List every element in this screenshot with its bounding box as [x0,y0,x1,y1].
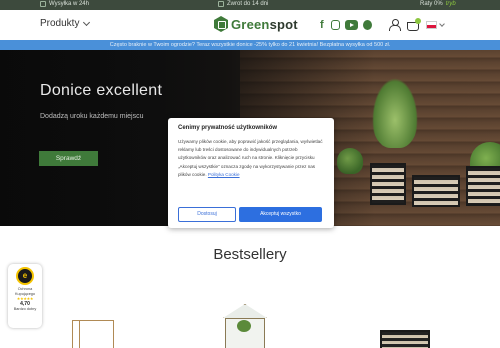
rating-word: Bardzo dobry [13,307,37,311]
products-label: Produkty [40,18,80,29]
cookie-body-text: Używamy plików cookie, aby poprawić jako… [178,139,323,177]
site-logo[interactable]: Greenspot [214,16,298,32]
promo-bar[interactable]: Często braknie w Twoim ogrodzie? Teraz w… [0,40,500,50]
cookie-policy-link[interactable]: Polityka Cookie [208,172,240,177]
poland-flag-icon [426,20,437,29]
shipping-info: Wysyłka w 24h [40,1,89,7]
instagram-icon[interactable] [331,20,340,30]
installments-text: Raty 0% [420,1,443,7]
site-header: Produkty Greenspot f [0,10,500,40]
social-links: f [320,20,372,31]
returns-text: Zwrot do 14 dni [227,1,269,7]
top-info-bar: Wysyłka w 24h Zwrot do 14 dni Raty 0% tr… [0,0,500,10]
bestsellers-section: Bestsellery [0,226,500,348]
returns-info: Zwrot do 14 dni [218,1,268,7]
cookie-modal-title: Cenimy prywatność użytkowników [178,125,278,131]
installments-info: Raty 0% tryb [420,1,456,7]
logo-icon [214,16,228,32]
greenhouse-roof [223,304,267,318]
hero-title: Donice excellent [40,82,163,99]
plant-leaf [237,320,251,332]
user-account-icon[interactable] [389,19,401,31]
cookie-accept-all-button[interactable]: Akceptuj wszystko [239,207,322,222]
cart-icon[interactable] [407,18,421,31]
truck-icon [40,1,46,7]
chevron-down-icon [83,18,91,26]
youtube-icon[interactable] [345,20,358,30]
products-menu-button[interactable]: Produkty [40,18,91,29]
hero-cta-button[interactable]: Sprawdź [39,151,98,166]
product-image[interactable] [380,330,430,348]
header-actions [389,18,445,31]
return-icon [218,1,224,7]
trust-badge-logo: e [16,267,34,285]
cookie-customize-button[interactable]: Dostosuj [178,207,236,222]
cart-badge [415,18,421,24]
installments-brand: tryb [445,1,456,7]
language-selector[interactable] [426,20,445,29]
pinterest-icon[interactable] [363,20,372,30]
hero-subtitle: Dodadzą uroku każdemu miejscu [40,113,144,120]
product-image[interactable] [223,304,267,348]
product-image[interactable] [72,320,114,348]
chevron-down-icon [439,20,445,27]
facebook-icon[interactable]: f [320,20,326,31]
cookie-consent-modal: Cenimy prywatność użytkowników Używamy p… [168,118,334,228]
logo-text: Greenspot [231,16,298,32]
shipping-text: Wysyłka w 24h [49,1,89,7]
cookie-modal-body: Używamy plików cookie, aby poprawić jako… [178,138,324,179]
trust-badge[interactable]: e Ochrona Kupującego ★★★★★ 4,70 Bardzo d… [8,264,42,328]
bestsellers-title: Bestsellery [213,246,287,263]
